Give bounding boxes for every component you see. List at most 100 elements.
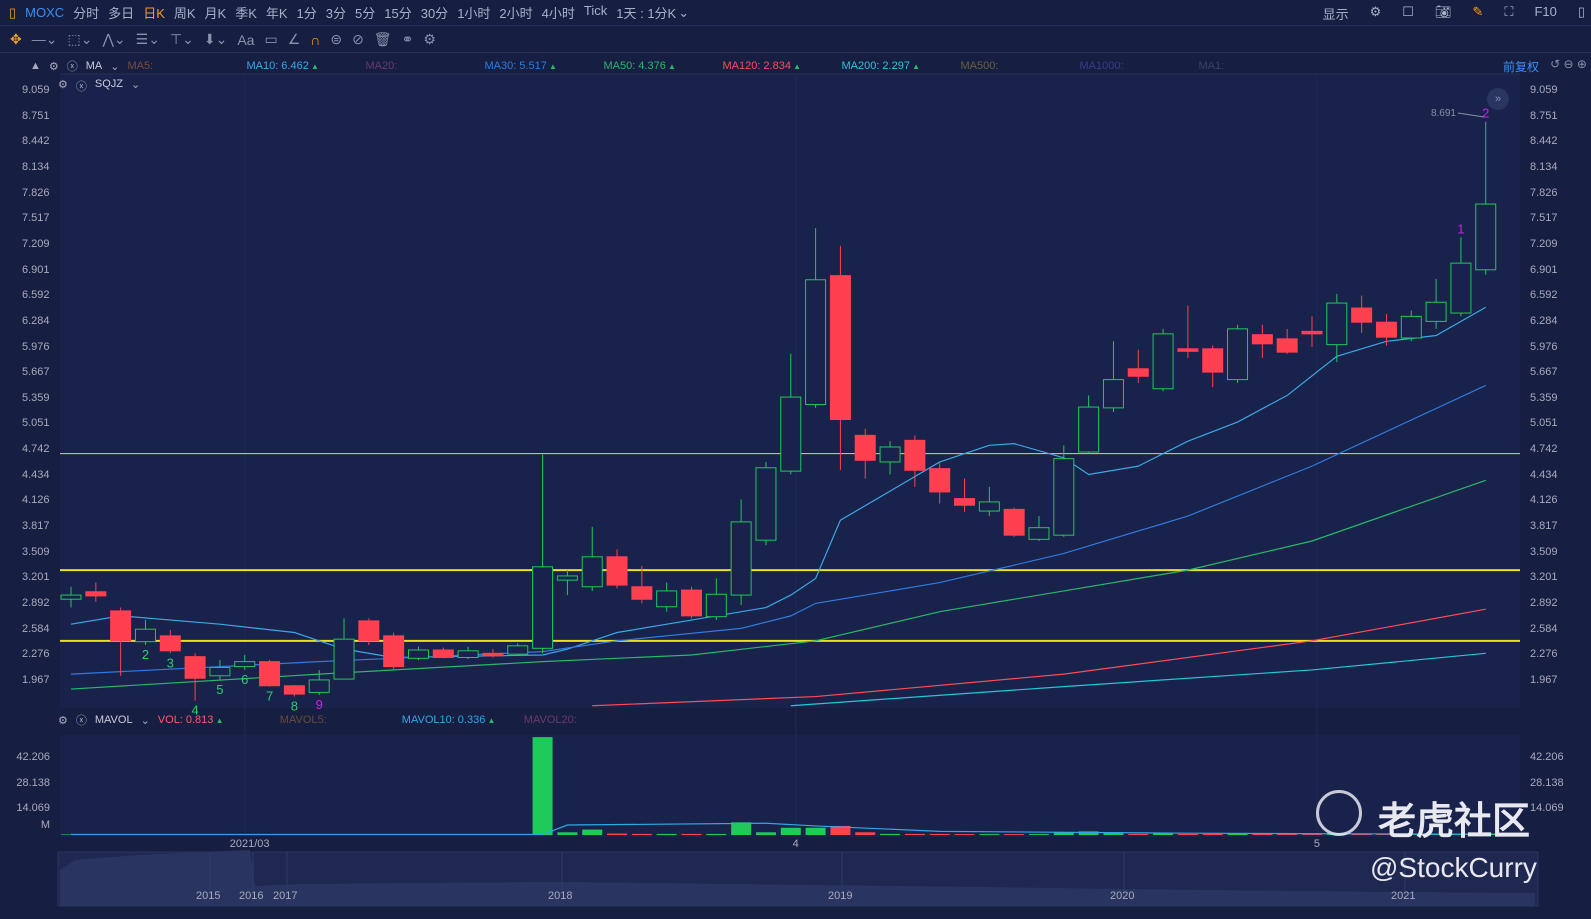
vol-tick-left: M [40,819,50,831]
sqjz-name[interactable]: SQJZ [95,78,123,94]
candle-down [283,685,305,695]
adjust-mode[interactable]: 前复权 [1503,58,1539,75]
candle-down [1276,338,1298,353]
candle-down [85,591,107,597]
period-tab[interactable]: 多日 [108,3,134,22]
candle-down [184,656,206,679]
undo-zoom-icons[interactable]: ↺ ⊖ ⊕ [1550,57,1587,71]
period-tab[interactable]: 30分 [421,3,448,22]
period-tab[interactable]: Tick [584,3,607,22]
period-tab[interactable]: 1小时 [457,3,490,22]
candle-up [780,396,802,472]
up-arrow-icon: ▲ [909,62,921,71]
candle-down [159,635,181,652]
move-icon[interactable]: ✥ [10,31,22,48]
layout-icon[interactable]: ▯ [9,5,16,21]
price-tick-left: 4.126 [22,494,50,507]
ma-name[interactable]: MA [86,60,103,72]
arrow-down-icon[interactable]: ⬇⌄ [204,31,227,48]
price-tick-left: 3.817 [22,520,50,533]
settings-icon[interactable]: ⚙ [1370,4,1382,23]
period-tab[interactable]: 5分 [355,3,375,22]
fib-icon[interactable]: ☰⌄ [136,31,160,48]
interval-select[interactable]: 1天 : 1分K [616,3,676,22]
price-tick-left: 6.592 [22,289,50,302]
period-tab[interactable]: 2小时 [499,3,532,22]
vol-tick-right: 42.206 [1530,751,1564,763]
display-menu[interactable]: 显示 [1323,4,1349,23]
candle-down [1375,321,1397,338]
price-tick-right: 5.667 [1530,366,1558,379]
collapse-icon[interactable]: ▲ [30,60,41,72]
comment-icon[interactable]: ▭ [264,31,277,48]
candle-up [1028,527,1050,540]
candle-up [1227,328,1249,381]
period-tab[interactable]: 月K [205,3,227,22]
lock-icon[interactable]: ⊜ [330,31,342,48]
period-tab[interactable]: 4小时 [542,3,575,22]
sqjz-close-icon[interactable]: ⓧ [76,78,87,94]
period-tab[interactable]: 15分 [384,3,411,22]
rect-icon[interactable]: ⬚⌄ [67,31,92,48]
vol-tick-right: 28.138 [1530,777,1564,789]
ma-legend: ▲ ⚙ ⓧ MA ⌄ MA5: MA10: 6.462 ▲ MA20: MA30: 5.51… [30,58,1317,74]
period-tab[interactable]: 年K [266,3,288,22]
volume-bar [607,833,628,835]
settings-icon[interactable]: ⚙ [423,31,436,48]
candle-down [482,652,504,657]
up-arrow-icon: ▲ [546,62,557,71]
price-tick-left: 7.517 [22,212,50,225]
period-tab[interactable]: 分时 [73,3,99,22]
price-chart[interactable]: 2345678 9128.691 [0,0,1591,919]
wave-icon[interactable]: ⋀⌄ [102,31,125,48]
expand-icon[interactable]: » [1487,88,1509,110]
mavol-close-icon[interactable]: ⓧ [76,712,87,728]
candle-down [1351,307,1373,323]
price-tick-left: 1.967 [22,673,50,686]
candle-up [1326,302,1348,346]
price-tick-left: 7.209 [22,237,50,250]
candle-down [358,620,380,642]
navigator-year: 2021 [1391,890,1416,902]
period-tab[interactable]: 3分 [326,3,346,22]
camera-icon[interactable]: 📷︎ [1435,4,1452,23]
price-tick-right: 4.126 [1530,494,1558,507]
ticker-label[interactable]: MOXC [25,5,64,20]
magnet-icon[interactable]: ∩ [310,32,320,48]
period-tab[interactable]: 季K [235,3,257,22]
volume-bar [880,833,901,835]
measure-icon[interactable]: ⊤⌄ [170,31,194,48]
hide-icon[interactable]: ⊘ [352,31,364,48]
period-tab[interactable]: 日K [143,3,165,22]
text-icon[interactable]: Aa [237,32,254,48]
compare-icon[interactable]: ⚭ [402,31,414,48]
candle-up [581,556,603,588]
trash-icon[interactable]: 🗑︎ [374,31,392,48]
legend-item: MAVOL20: [524,714,606,726]
pencil-icon[interactable]: ✎ [1472,4,1483,23]
mavol-settings-icon[interactable]: ⚙ [58,714,68,727]
legend-item: MA120: 2.834 ▲ [722,60,841,72]
price-tick-right: 6.592 [1530,289,1558,302]
sqjz-settings-icon[interactable]: ⚙ [58,78,68,94]
fullscreen-icon[interactable]: ⛶ [1504,4,1513,23]
ma-close-icon[interactable]: ⓧ [67,58,78,74]
legend-label: MA10: [246,60,279,72]
period-tab[interactable]: 周K [174,3,196,22]
layout-select-icon[interactable]: ☐ [1402,4,1414,23]
candle-down [1301,330,1323,335]
panel-icon[interactable]: ▯ [1578,4,1585,23]
ma-settings-icon[interactable]: ⚙ [49,60,59,73]
navigator-year: 2019 [828,890,853,902]
volume-bar [929,833,950,835]
line-icon[interactable]: —⌄ [32,31,58,48]
period-bar: ▯ MOXC 分时 多日 日K 周K 月K 季K 年K 1分 3分 5分 15分 30分 1小时 2小时 4… [0,0,1591,26]
volume-bar [780,827,801,835]
f10-button[interactable]: F10 [1534,4,1556,23]
volume-bar [904,833,925,835]
mavol-name[interactable]: MAVOL [95,714,133,726]
angle-icon[interactable]: ∠ [288,31,301,48]
period-tab[interactable]: 1分 [297,3,317,22]
price-tick-right: 9.059 [1530,84,1558,96]
legend-item: MA10: 6.462 ▲ [246,60,365,72]
